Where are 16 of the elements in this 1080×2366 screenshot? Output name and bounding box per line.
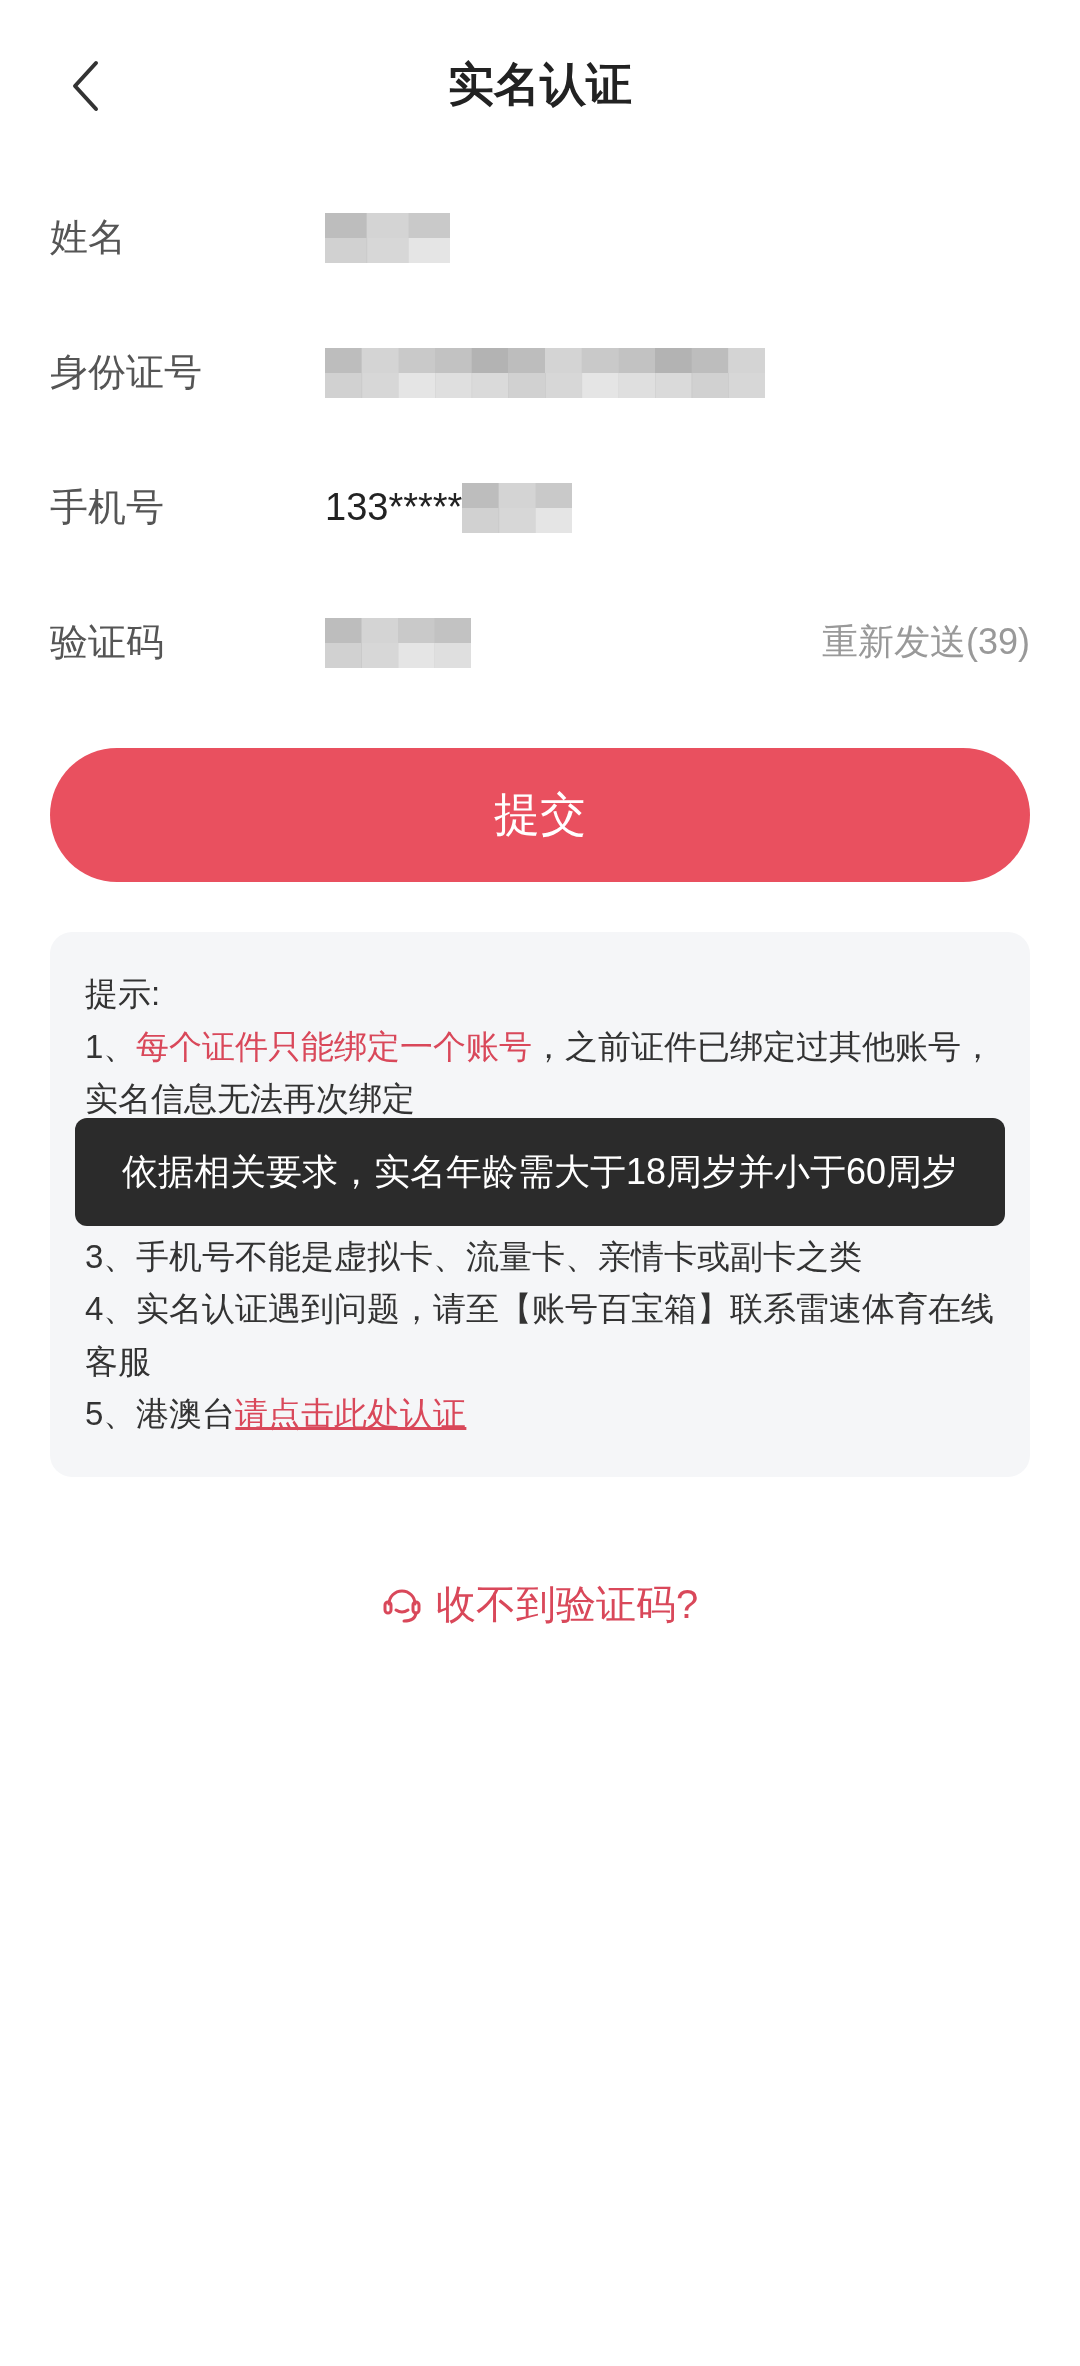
field-label: 姓名	[50, 215, 127, 260]
toast-message: 依据相关要求，实名年龄需大于18周岁并小于60周岁	[75, 1117, 1005, 1226]
field-label: 身份证号	[50, 350, 203, 395]
tip-text: 4、实名认证遇到问题，请至【账号百宝箱】联系雷速体育在线客服	[85, 1289, 995, 1382]
submit-button[interactable]: 提交	[50, 748, 1030, 882]
field-value: 133*****	[325, 486, 463, 529]
field-label: 手机号	[50, 485, 165, 530]
page-title: 实名认证	[448, 57, 632, 112]
field-label: 验证码	[50, 620, 165, 665]
help-link[interactable]: 收不到验证码?	[381, 1576, 699, 1632]
back-icon[interactable]	[70, 60, 100, 112]
tips-title: 提示:	[85, 974, 162, 1014]
tip-text: 5、港澳台请点击此处认证	[85, 1394, 468, 1434]
tip-text: 3、手机号不能是虚拟卡、流量卡、亲情卡或副卡之类	[85, 1236, 864, 1277]
tip-text: 1、每个证件只能绑定一个账号，之前证件已绑定过其他账号，实名信息无法再次绑定	[85, 1026, 995, 1119]
verify-link[interactable]: 请点击此处认证	[235, 1395, 467, 1432]
